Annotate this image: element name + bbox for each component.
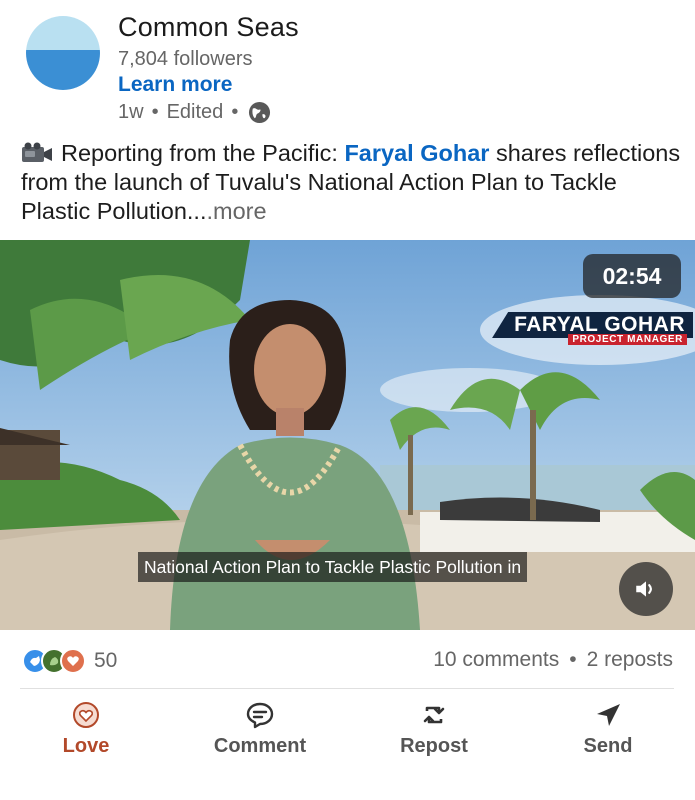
post-meta: 1w • Edited • <box>118 100 271 124</box>
meta-separator: • <box>151 100 159 123</box>
post-header: Common Seas 7,804 followers Learn more 1… <box>0 0 695 132</box>
speaker-icon <box>636 581 652 597</box>
lower-third-role: PROJECT MANAGER <box>568 334 687 345</box>
send-label: Send <box>583 735 633 757</box>
counts-separator: • <box>569 648 577 671</box>
post-text: Reporting from the Pacific: Faryal Gohar… <box>21 139 681 226</box>
globe-icon <box>249 101 271 123</box>
comment-button[interactable]: Comment <box>200 700 320 758</box>
mention-link[interactable]: Faryal Gohar <box>344 140 489 166</box>
love-icon <box>73 702 99 728</box>
post-age: 1w <box>118 100 144 123</box>
love-icon <box>60 648 86 674</box>
comment-icon <box>246 702 274 729</box>
edited-label: Edited <box>166 100 224 123</box>
meta-separator: • <box>231 100 239 123</box>
reaction-count: 50 <box>94 649 118 672</box>
company-name[interactable]: Common Seas <box>118 12 299 43</box>
repost-icon <box>423 706 445 724</box>
comment-label: Comment <box>213 735 307 757</box>
repost-button[interactable]: Repost <box>374 700 494 758</box>
sound-toggle-button[interactable] <box>619 562 673 616</box>
lower-third: FARYAL GOHAR PROJECT MANAGER <box>492 312 693 345</box>
send-icon <box>597 704 620 726</box>
post-intro: Reporting from the Pacific: <box>61 140 345 166</box>
see-more-link[interactable]: .more <box>206 198 266 224</box>
learn-more-link[interactable]: Learn more <box>118 73 232 97</box>
love-button[interactable]: Love <box>26 700 146 758</box>
reactions-summary[interactable]: 50 <box>22 648 117 674</box>
engagement-counts: 10 comments • 2 reposts <box>433 648 673 672</box>
divider <box>20 688 674 689</box>
video-camera-icon <box>22 142 52 162</box>
reposts-count[interactable]: 2 reposts <box>587 648 673 672</box>
comments-count[interactable]: 10 comments <box>433 648 559 672</box>
video-caption: National Action Plan to Tackle Plastic P… <box>138 552 528 582</box>
action-bar: Love Comment Repost Send <box>0 692 695 800</box>
repost-label: Repost <box>400 735 468 757</box>
video-duration: 02:54 <box>583 254 681 298</box>
love-label: Love <box>62 735 110 757</box>
follower-count: 7,804 followers <box>118 48 253 70</box>
send-button[interactable]: Send <box>548 700 668 758</box>
social-counts: 50 10 comments • 2 reposts <box>0 640 695 684</box>
company-avatar[interactable] <box>26 16 100 90</box>
